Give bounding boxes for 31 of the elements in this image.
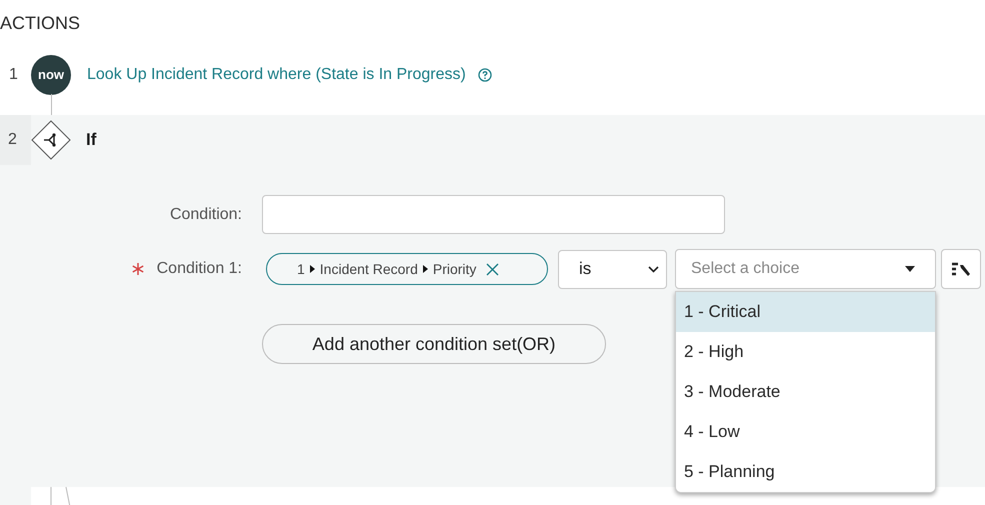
chevron-down-icon <box>648 266 659 272</box>
branch-icon <box>31 120 71 160</box>
field-label: Condition: <box>170 204 242 224</box>
dropdown-option[interactable]: 1 - Critical <box>676 292 935 332</box>
connector-lines-drawing <box>50 487 71 505</box>
operator-select[interactable]: is <box>558 250 667 288</box>
pill-text: Priority <box>432 260 476 279</box>
dropdown-option[interactable]: 2 - High <box>676 332 935 372</box>
data-picker-button[interactable] <box>941 249 981 289</box>
data-pill[interactable]: 1 Incident Record Priority <box>266 253 548 285</box>
dropdown-option[interactable]: 5 - Planning <box>676 452 935 492</box>
close-icon[interactable] <box>486 262 500 276</box>
section-title: ACTIONS <box>0 14 80 32</box>
help-icon[interactable] <box>478 68 492 82</box>
condition-field[interactable] <box>262 195 725 234</box>
picker-icon <box>951 261 971 277</box>
logo-icon: now <box>31 54 71 94</box>
step-title: If <box>86 129 96 152</box>
pill-text: 1 <box>297 260 305 278</box>
add-condition-set-button[interactable]: Add another condition set(OR) <box>262 324 606 364</box>
caret-icon <box>422 265 428 273</box>
field-label: Condition 1: <box>156 259 242 279</box>
step-number: 2 <box>7 130 17 150</box>
dropdown-option[interactable]: 4 - Low <box>676 412 935 452</box>
caret-down-icon <box>905 266 915 272</box>
caret-icon <box>310 265 315 273</box>
dropdown-option[interactable]: 3 - Moderate <box>676 372 935 412</box>
step-number: 1 <box>8 64 19 84</box>
action-link[interactable]: Look Up Incident Record where (State is In Progress) <box>87 62 466 86</box>
choice-select[interactable]: Select a choice <box>675 249 936 289</box>
pill-text: Incident Record <box>320 260 418 278</box>
